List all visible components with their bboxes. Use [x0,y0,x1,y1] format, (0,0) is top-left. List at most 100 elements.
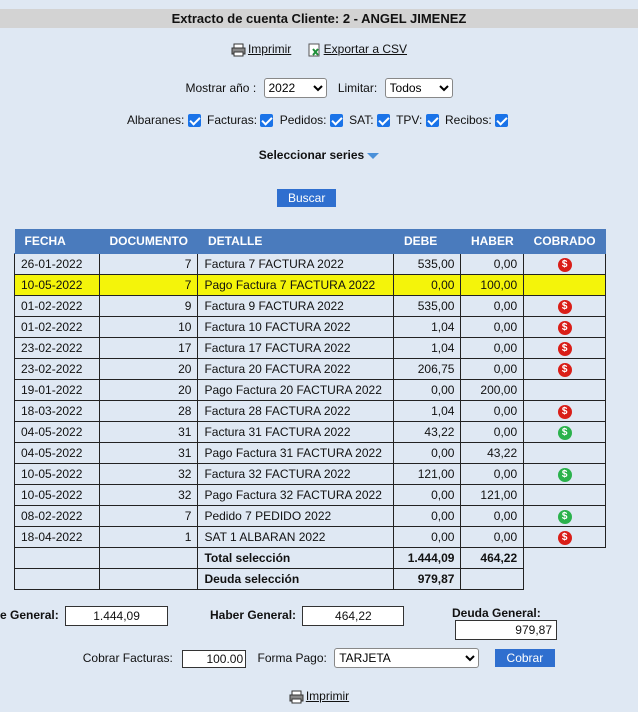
cell-haber: 0,00 [460,526,525,548]
unpaid-coin-icon[interactable]: $ [557,363,572,377]
cell-cobrado: $ [523,337,607,359]
page-title: Extracto de cuenta Cliente: 2 - ANGEL JI… [0,9,638,28]
col-debe[interactable]: DEBE [393,229,461,254]
cell-fecha: 04-05-2022 [14,442,100,464]
document-type-filters: Albaranes: Facturas: Pedidos: SAT: TPV: … [0,113,638,128]
table-row[interactable]: 01-02-2022 10 Factura 10 FACTURA 2022 1,04 0… [14,316,607,338]
cell-fecha: 26-01-2022 [14,253,100,275]
col-detalle[interactable]: DETALLE [197,229,394,254]
table-row[interactable]: 08-02-2022 7 Pedido 7 PEDIDO 2022 0,00 0,00 $ [14,505,607,527]
export-csv-link[interactable]: Exportar a CSV [324,42,407,56]
cell-fecha: 18-04-2022 [14,526,100,548]
table-row[interactable]: 04-05-2022 31 Factura 31 FACTURA 2022 43,22… [14,421,607,443]
table-row[interactable]: 01-02-2022 9 Factura 9 FACTURA 2022 535,00 0… [14,295,607,317]
csv-export-icon[interactable] [307,43,322,57]
forma-pago-label: Forma Pago: [257,651,327,665]
paid-coin-icon[interactable]: $ [557,468,572,482]
table-row[interactable]: 23-02-2022 20 Factura 20 FACTURA 2022 206,7… [14,358,607,380]
year-label: Mostrar año : [185,81,257,95]
unpaid-coin-icon[interactable]: $ [557,405,572,419]
table-row[interactable]: 18-04-2022 1 SAT 1 ALBARAN 2022 0,00 0,00 $ [14,526,607,548]
cell-debe: 1,04 [393,316,462,338]
total-empty-2 [98,547,199,569]
deuda-general-value: 979,87 [455,620,557,640]
cell-cobrado [523,379,607,401]
cell-documento: 28 [98,400,199,422]
cell-haber: 0,00 [460,505,525,527]
cell-haber: 0,00 [460,400,525,422]
col-cobrado[interactable]: COBRADO [523,229,606,254]
cell-documento: 7 [98,274,199,296]
unpaid-coin-icon[interactable]: $ [557,258,572,272]
cell-cobrado: $ [523,295,607,317]
paid-coin-icon[interactable]: $ [557,510,572,524]
cell-detalle: Factura 28 FACTURA 2022 [197,400,395,422]
account-statement-table: FECHA DOCUMENTO DETALLE DEBE HABER COBRA… [14,229,607,590]
pedidos-checkbox[interactable] [329,114,343,128]
printer-icon[interactable] [289,690,304,704]
cell-documento: 1 [98,526,199,548]
unpaid-coin-icon[interactable]: $ [557,342,572,356]
facturas-checkbox[interactable] [260,114,274,128]
table-row[interactable]: 23-02-2022 17 Factura 17 FACTURA 2022 1,04 0… [14,337,607,359]
col-documento[interactable]: DOCUMENTO [99,229,198,254]
cell-fecha: 01-02-2022 [14,316,100,338]
cell-fecha: 01-02-2022 [14,295,100,317]
deuda-empty-3 [460,568,525,590]
cell-debe: 0,00 [393,526,462,548]
deuda-row: Deuda selección 979,87 [14,568,606,590]
cell-haber: 0,00 [460,358,525,380]
deuda-empty-4 [524,569,606,590]
table-row[interactable]: 10-05-2022 32 Pago Factura 32 FACTURA 2022… [14,484,607,506]
type-recibos-label: Recibos: [444,113,492,127]
table-row[interactable]: 19-01-2022 20 Pago Factura 20 FACTURA 2022… [14,379,607,401]
series-selector[interactable]: Seleccionar series [0,148,638,162]
chevron-down-icon[interactable] [367,152,380,159]
cobrar-facturas-label: Cobrar Facturas: [82,651,173,665]
tpv-checkbox[interactable] [425,114,439,128]
cell-cobrado: $ [523,358,607,380]
debe-general-label: e General: [0,608,59,623]
col-haber[interactable]: HABER [460,229,524,254]
cell-debe: 0,00 [393,379,462,401]
table-header-row: FECHA DOCUMENTO DETALLE DEBE HABER COBRA… [14,229,606,254]
table-row[interactable]: 04-05-2022 31 Pago Factura 31 FACTURA 2022… [14,442,607,464]
table-row[interactable]: 10-05-2022 7 Pago Factura 7 FACTURA 2022 0,… [14,274,607,296]
series-label[interactable]: Seleccionar series [259,148,364,162]
print-link[interactable]: Imprimir [248,42,291,56]
unpaid-coin-icon[interactable]: $ [557,300,572,314]
cell-documento: 20 [98,358,199,380]
printer-icon[interactable] [231,43,246,57]
recibos-checkbox[interactable] [495,114,509,128]
table-row[interactable]: 18-03-2022 28 Factura 28 FACTURA 2022 1,04 0… [14,400,607,422]
cell-detalle: SAT 1 ALBARAN 2022 [197,526,395,548]
cell-cobrado [523,442,607,464]
limit-select[interactable]: Todos [384,78,453,98]
cell-detalle: Pedido 7 PEDIDO 2022 [197,505,395,527]
cell-documento: 7 [98,505,199,527]
payment-method-select[interactable]: TARJETA [334,648,480,668]
deuda-general: Deuda General: 979,87 [452,606,638,640]
table-row[interactable]: 26-01-2022 7 Factura 7 FACTURA 2022 535,00 0… [14,253,607,275]
cell-cobrado: $ [523,316,607,338]
year-select[interactable]: 2022 [263,78,327,98]
albaranes-checkbox[interactable] [187,114,201,128]
deuda-empty-1 [14,568,100,590]
unpaid-coin-icon[interactable]: $ [557,531,572,545]
cell-cobrado: $ [523,526,607,548]
col-fecha[interactable]: FECHA [14,229,100,254]
cell-documento: 7 [98,253,199,275]
paid-coin-icon[interactable]: $ [557,426,572,440]
limit-label: Limitar: [337,81,378,95]
search-button[interactable]: Buscar [277,189,337,207]
deuda-empty-2 [98,568,199,590]
cell-detalle: Pago Factura 32 FACTURA 2022 [197,484,395,506]
cobrar-button[interactable]: Cobrar [494,649,556,667]
unpaid-coin-icon[interactable]: $ [557,321,572,335]
sat-checkbox[interactable] [376,114,390,128]
cell-debe: 0,00 [393,505,462,527]
cobrar-amount-input[interactable]: 100.00 [182,649,247,668]
cell-detalle: Factura 32 FACTURA 2022 [197,463,395,485]
table-row[interactable]: 10-05-2022 32 Factura 32 FACTURA 2022 121,0… [14,463,607,485]
footer-print-link[interactable]: Imprimir [306,689,349,703]
